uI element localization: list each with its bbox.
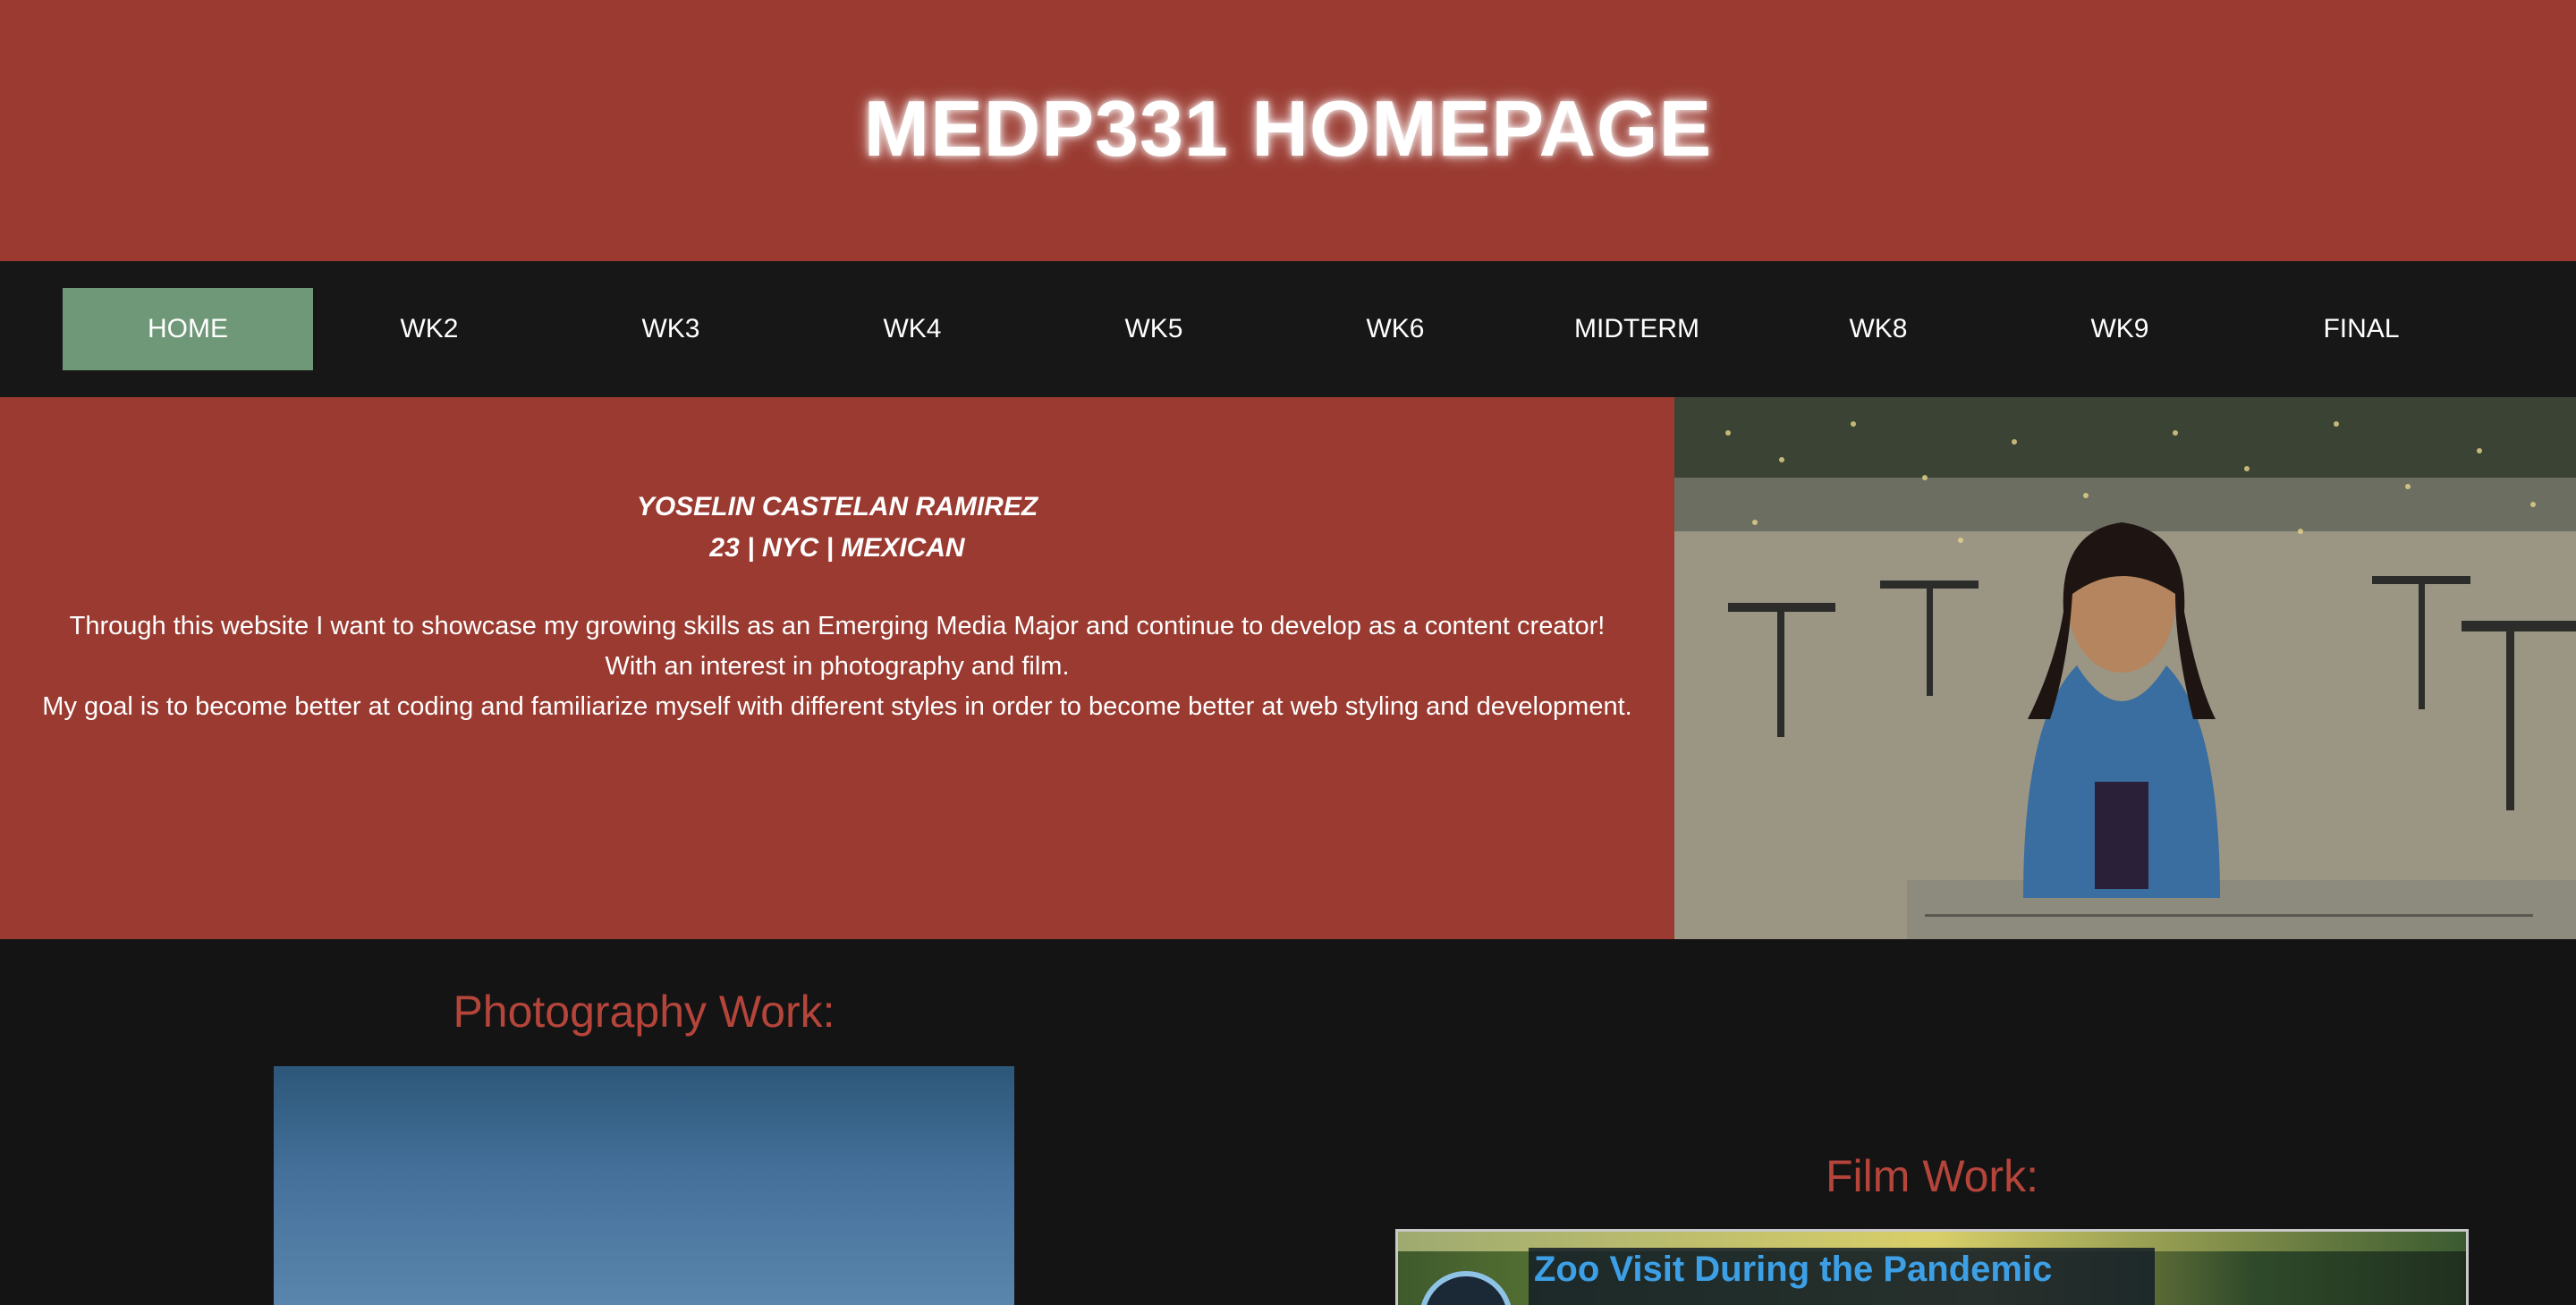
channel-avatar-icon[interactable]	[1419, 1271, 1513, 1305]
intro-heading: YOSELIN CASTELAN RAMIREZ 23 | NYC | MEXI…	[0, 487, 1674, 569]
nav-item-wk8[interactable]: WK8	[1753, 288, 2004, 370]
author-tagline: 23 | NYC | MEXICAN	[709, 533, 965, 563]
intro-bio: Through this website I want to showcase …	[36, 606, 1639, 727]
bio-line: With an interest in photography and film…	[605, 652, 1070, 681]
nav-item-wk9[interactable]: WK9	[1995, 288, 2245, 370]
nav-item-wk6[interactable]: WK6	[1270, 288, 1521, 370]
nav-item-final[interactable]: FINAL	[2236, 288, 2487, 370]
nav-item-wk2[interactable]: WK2	[304, 288, 555, 370]
nav-item-midterm[interactable]: MIDTERM	[1512, 288, 1762, 370]
video-title[interactable]: Zoo Visit During the Pandemic	[1534, 1250, 2052, 1290]
bio-line: My goal is to become better at coding an…	[42, 692, 1632, 721]
nav-item-home[interactable]: HOME	[63, 288, 313, 370]
profile-photo-illustration	[1674, 397, 2576, 939]
nav-item-wk5[interactable]: WK5	[1029, 288, 1279, 370]
photography-section-title: Photography Work:	[453, 987, 835, 1037]
film-section-title: Film Work:	[1826, 1151, 2038, 1201]
photography-image[interactable]	[274, 1066, 1014, 1305]
site-title: MEDP331 HOMEPAGE	[863, 84, 1713, 173]
nav-item-wk3[interactable]: WK3	[546, 288, 796, 370]
nav-item-wk4[interactable]: WK4	[787, 288, 1038, 370]
author-name: YOSELIN CASTELAN RAMIREZ	[636, 492, 1038, 521]
site-header: MEDP331 HOMEPAGE	[0, 0, 2576, 261]
main-nav: HOME WK2 WK3 WK4 WK5 WK6 MIDTERM WK8 WK9…	[0, 261, 2576, 397]
intro-section: YOSELIN CASTELAN RAMIREZ 23 | NYC | MEXI…	[0, 397, 1674, 939]
profile-photo	[1674, 397, 2576, 939]
bio-line: Through this website I want to showcase …	[69, 612, 1606, 640]
video-embed[interactable]: Zoo Visit During the Pandemic	[1395, 1229, 2469, 1305]
